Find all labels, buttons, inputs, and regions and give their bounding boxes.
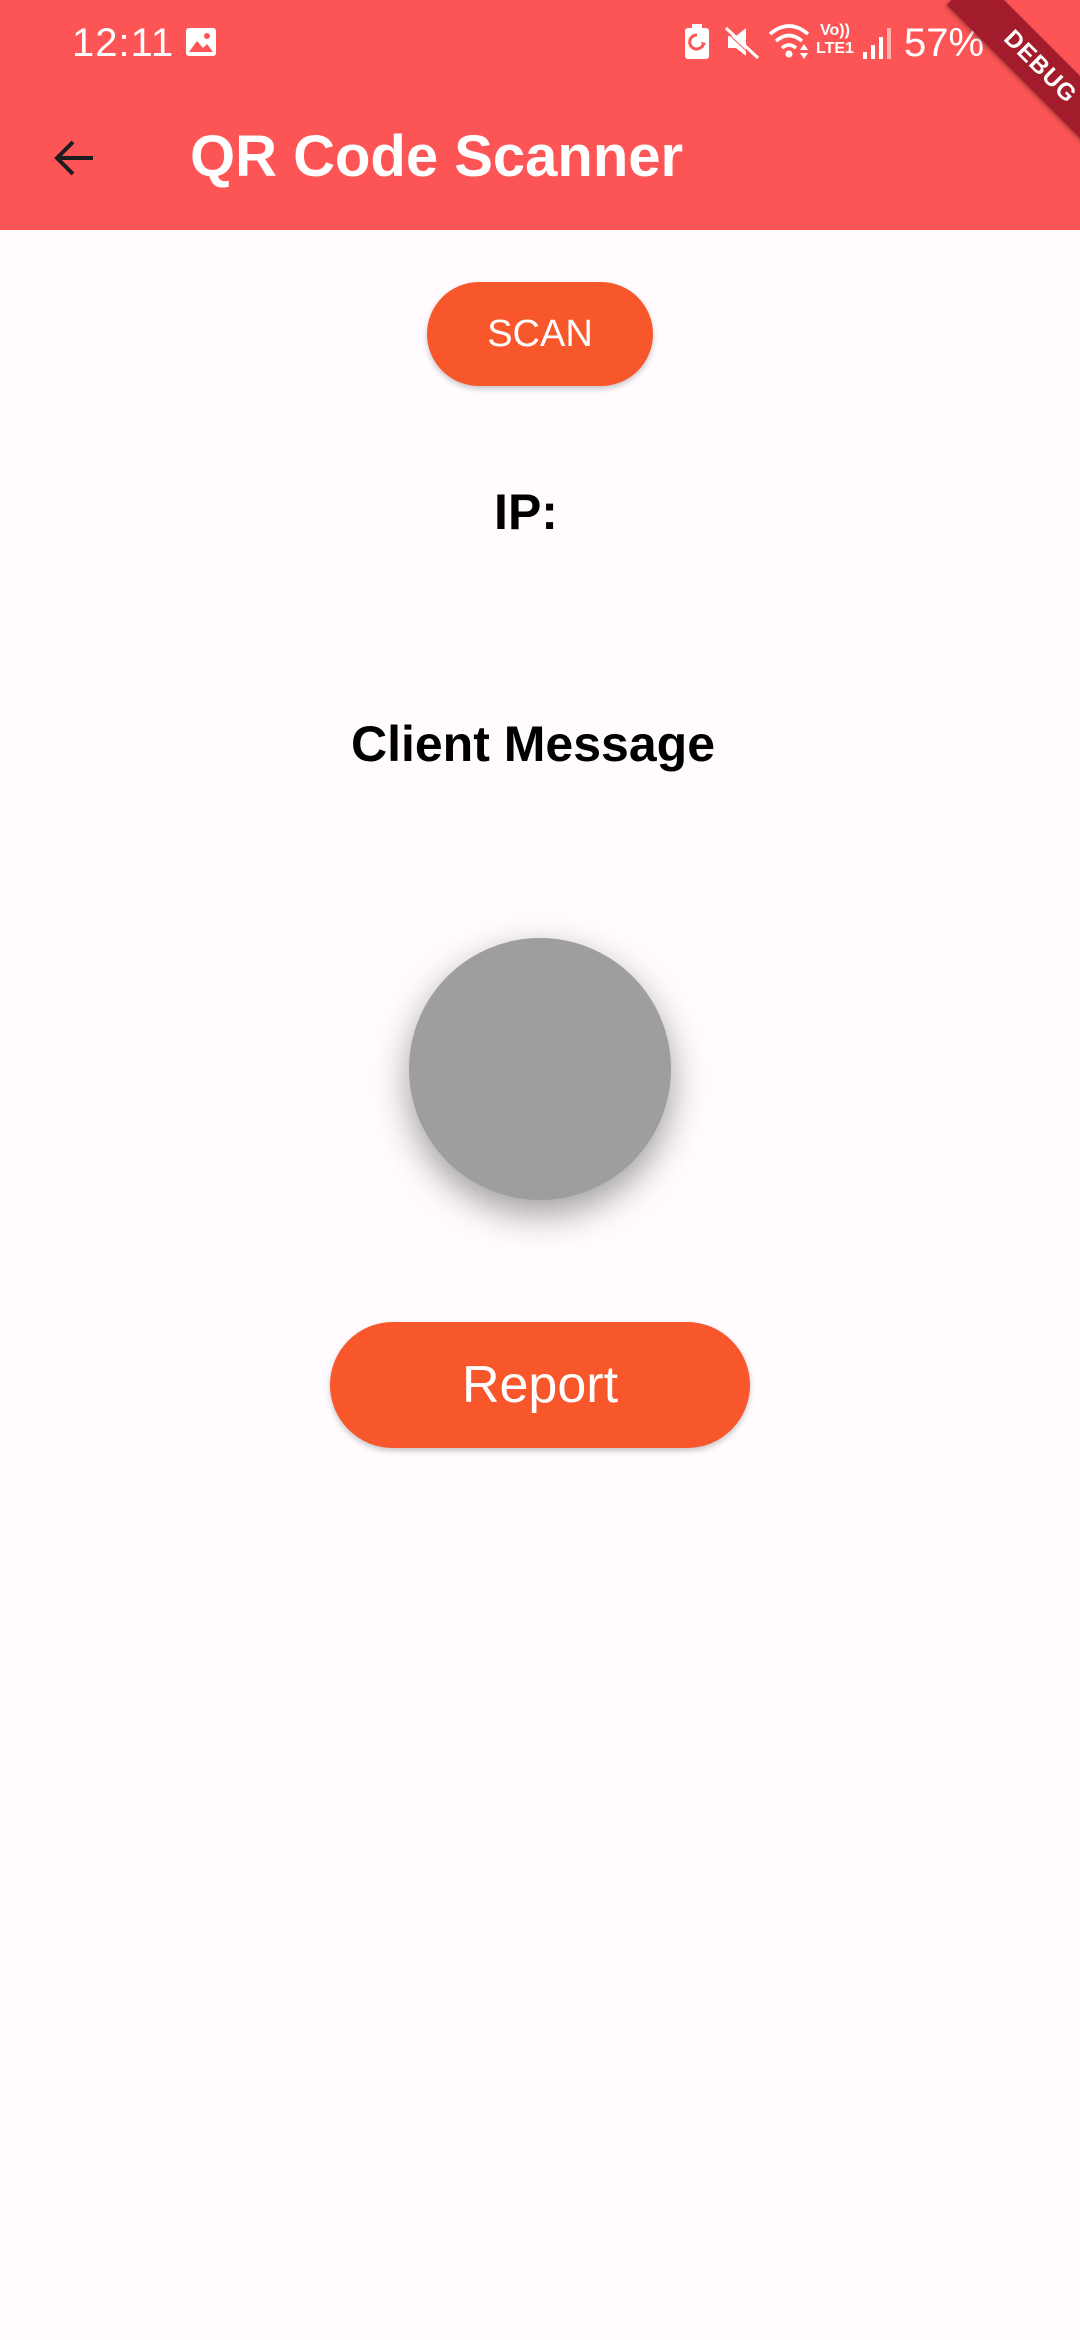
status-indicator-circle bbox=[409, 938, 671, 1200]
back-button[interactable] bbox=[36, 120, 112, 196]
mute-icon bbox=[724, 26, 760, 60]
app-bar: 12:11 Vo)) LTE1 57% DEBUG QR Code Scanne… bbox=[0, 0, 1080, 230]
status-bar: 12:11 Vo)) LTE1 57% bbox=[0, 0, 1080, 86]
battery-saver-icon bbox=[685, 24, 709, 59]
arrow-back-icon bbox=[54, 140, 93, 176]
wifi-icon bbox=[768, 24, 810, 59]
ip-label: IP: bbox=[494, 484, 558, 540]
client-message-label: Client Message bbox=[350, 716, 715, 772]
report-button[interactable]: Report bbox=[330, 1322, 750, 1448]
page-title: QR Code Scanner bbox=[190, 124, 684, 189]
status-time: 12:11 bbox=[72, 21, 175, 65]
network-type-label: Vo)) LTE1 bbox=[816, 22, 854, 57]
scan-button[interactable]: SCAN bbox=[427, 282, 653, 386]
signal-icon bbox=[863, 28, 891, 59]
gallery-icon bbox=[186, 28, 216, 56]
